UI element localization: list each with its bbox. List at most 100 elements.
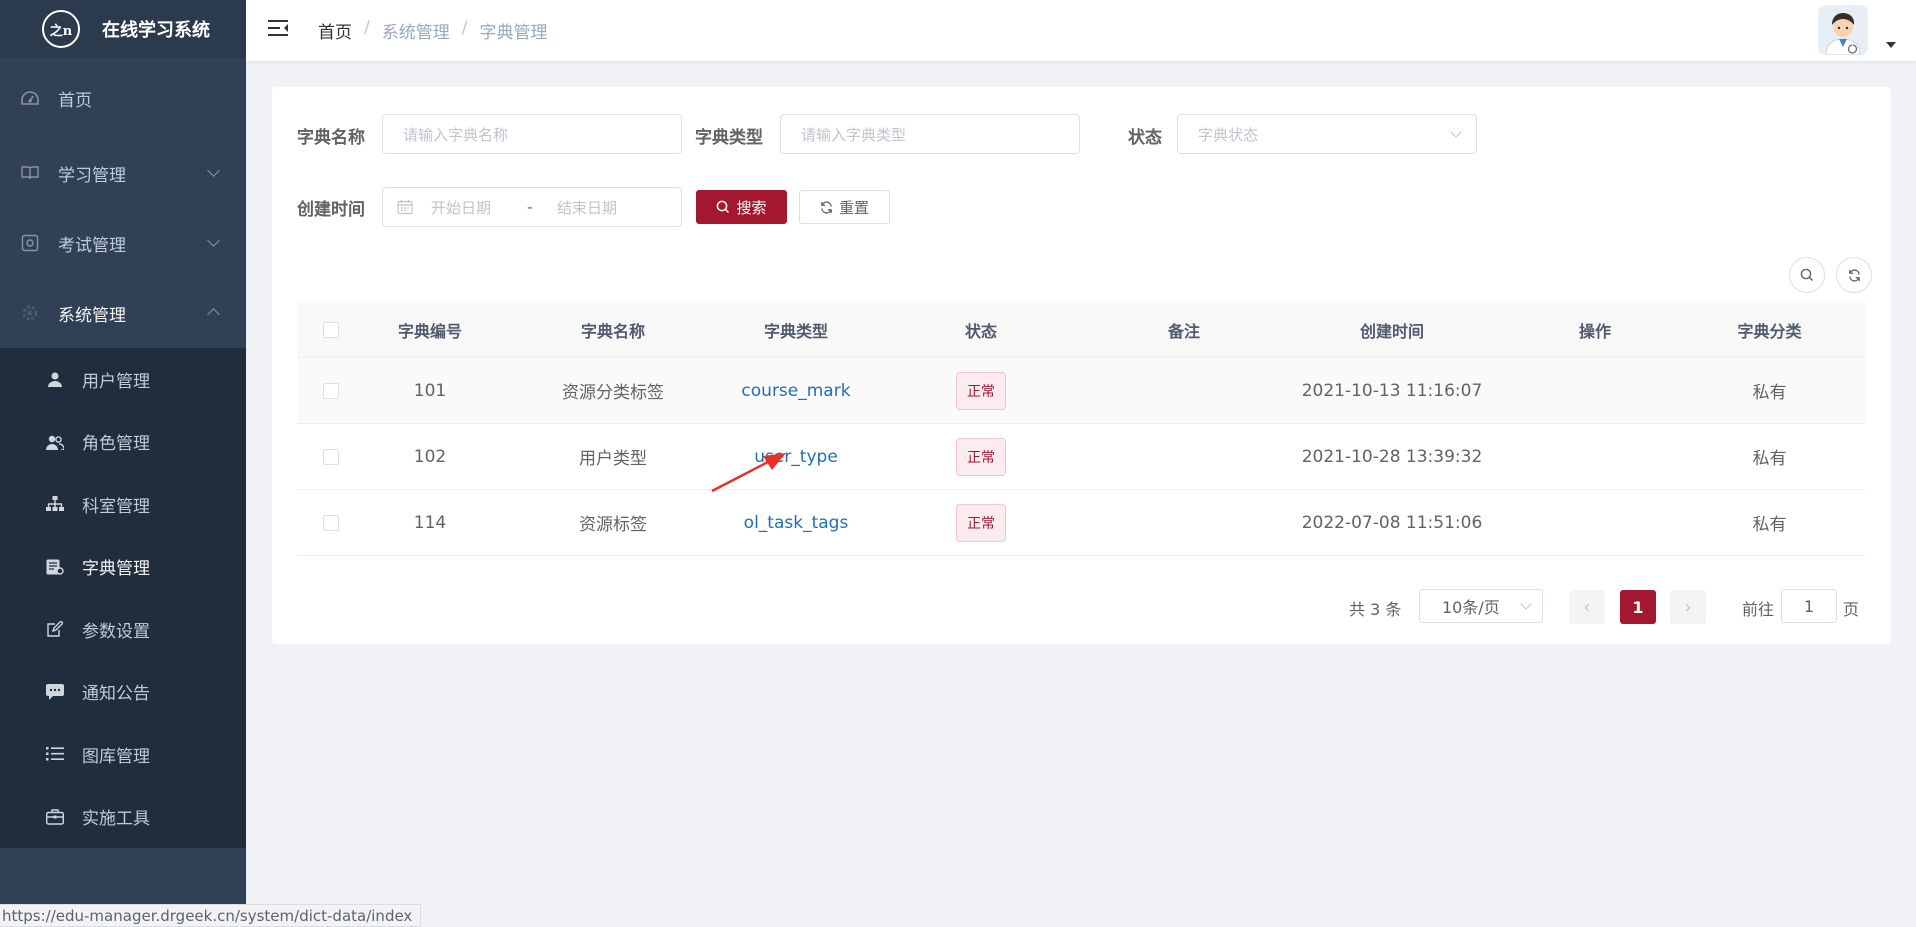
- chevron-right-icon: ›: [1684, 596, 1692, 618]
- sidebar-item-dictionary[interactable]: 字典管理: [0, 536, 246, 599]
- sidebar-item-departments[interactable]: 科室管理: [0, 473, 246, 536]
- cell-dict-type-link[interactable]: ol_task_tags: [731, 513, 861, 533]
- status-url-bar: https://edu-manager.drgeek.cn/system/dic…: [0, 904, 422, 927]
- status-placeholder: 字典状态: [1198, 125, 1259, 144]
- toolbox-icon: [46, 808, 64, 826]
- row-checkbox-cell: [297, 448, 365, 465]
- sidebar-item-label: 考试管理: [58, 235, 126, 256]
- dict-name-input[interactable]: 请输入字典名称: [382, 114, 682, 154]
- book-icon: [20, 163, 40, 183]
- row-checkbox-cell: [297, 514, 365, 531]
- search-icon: [716, 200, 730, 214]
- sidebar-item-label: 实施工具: [82, 809, 150, 830]
- row-checkbox[interactable]: [323, 382, 339, 399]
- sidebar-item-label: 系统管理: [58, 305, 126, 326]
- sidebar-item-tools[interactable]: 实施工具: [0, 786, 246, 849]
- sidebar-item-notices[interactable]: 通知公告: [0, 661, 246, 724]
- chevron-up-icon: [207, 308, 220, 321]
- status-select[interactable]: 字典状态: [1177, 114, 1477, 154]
- chevron-down-icon: [1450, 126, 1462, 138]
- refresh-table-button[interactable]: [1836, 257, 1872, 293]
- sidebar-item-label: 图库管理: [82, 746, 150, 767]
- breadcrumb: 首页 / 系统管理 / 字典管理: [318, 18, 547, 43]
- cell-created: 2021-10-13 11:16:07: [1301, 380, 1483, 401]
- dict-table: 字典编号 字典名称 字典类型 状态 备注 创建时间 操作 字典分类 101 资源…: [297, 303, 1866, 556]
- dict-type-label: 字典类型: [695, 128, 763, 148]
- row-checkbox[interactable]: [323, 514, 339, 531]
- sidebar-toggle-icon[interactable]: [267, 19, 288, 39]
- sidebar-item-study[interactable]: 学习管理: [0, 138, 246, 208]
- sidebar-item-system[interactable]: 系统管理: [0, 278, 246, 348]
- search-button[interactable]: 搜索: [696, 190, 787, 224]
- col-header-remark: 备注: [1167, 322, 1200, 341]
- logo-icon: 之n: [42, 10, 80, 48]
- sidebar-item-users[interactable]: 用户管理: [0, 348, 246, 411]
- date-range-picker[interactable]: 开始日期 - 结束日期: [382, 187, 682, 227]
- cell-dict-id: 102: [413, 446, 447, 467]
- sidebar-item-roles[interactable]: 角色管理: [0, 411, 246, 474]
- prev-page-button[interactable]: ‹: [1569, 590, 1605, 624]
- next-page-button[interactable]: ›: [1670, 590, 1706, 624]
- sidebar-item-exam[interactable]: 考试管理: [0, 208, 246, 278]
- sidebar-item-label: 角色管理: [82, 434, 150, 455]
- reset-button[interactable]: 重置: [799, 190, 890, 224]
- chevron-down-icon: [207, 164, 220, 177]
- end-date-placeholder[interactable]: 结束日期: [557, 197, 617, 218]
- reset-button-label: 重置: [838, 198, 869, 217]
- page-suffix: 页: [1843, 600, 1860, 619]
- search-icon: [1800, 268, 1814, 282]
- cell-category: 私有: [1752, 515, 1787, 535]
- user-icon: [46, 370, 64, 388]
- page-size-select[interactable]: 10条/页: [1419, 589, 1543, 623]
- dict-icon: [46, 558, 64, 576]
- breadcrumb-separator: /: [461, 18, 468, 38]
- cell-dict-type-link[interactable]: user_type: [731, 447, 861, 467]
- col-header-created: 创建时间: [1359, 322, 1424, 341]
- sidebar-item-home[interactable]: 首页: [0, 58, 246, 138]
- header-checkbox-cell: [297, 322, 365, 338]
- breadcrumb-home[interactable]: 首页: [318, 18, 352, 43]
- dict-type-input[interactable]: 请输入字典类型: [780, 114, 1080, 154]
- system-submenu: 用户管理 角色管理 科室管理 字典管理 参数设置 通知公告 图库管理 实施工具: [0, 348, 246, 848]
- cell-created: 2021-10-28 13:39:32: [1301, 446, 1483, 467]
- cell-dict-name: 资源标签: [579, 515, 647, 535]
- cell-status: 正常: [861, 503, 1101, 542]
- page-1-button[interactable]: 1: [1620, 590, 1656, 624]
- avatar[interactable]: [1818, 5, 1868, 55]
- breadcrumb-current: 字典管理: [479, 23, 548, 43]
- toggle-search-button[interactable]: [1789, 257, 1825, 293]
- app-title: 在线学习系统: [102, 20, 210, 41]
- status-label: 状态: [1128, 128, 1162, 148]
- table-row[interactable]: 101 资源分类标签 course_mark 正常 2021-10-13 11:…: [297, 358, 1866, 424]
- refresh-icon: [820, 200, 833, 214]
- chevron-left-icon: ‹: [1583, 596, 1591, 618]
- tree-icon: [46, 495, 64, 513]
- select-all-checkbox[interactable]: [323, 322, 339, 338]
- sidebar-item-label: 参数设置: [82, 621, 150, 642]
- caret-down-icon[interactable]: [1886, 42, 1896, 48]
- dict-name-placeholder: 请输入字典名称: [403, 125, 509, 144]
- sidebar-logo[interactable]: 之n 在线学习系统: [0, 0, 246, 58]
- users-icon: [46, 433, 64, 451]
- create-time-label: 创建时间: [297, 200, 365, 220]
- cell-created: 2022-07-08 11:51:06: [1301, 512, 1483, 533]
- status-badge: 正常: [956, 371, 1006, 410]
- table-row[interactable]: 102 用户类型 user_type 正常 2021-10-28 13:39:3…: [297, 424, 1866, 490]
- table-row[interactable]: 114 资源标签 ol_task_tags 正常 2022-07-08 11:5…: [297, 490, 1866, 556]
- sidebar-item-gallery[interactable]: 图库管理: [0, 723, 246, 786]
- row-checkbox[interactable]: [323, 448, 339, 465]
- goto-page-input[interactable]: 1: [1781, 589, 1837, 623]
- sidebar-item-params[interactable]: 参数设置: [0, 598, 246, 661]
- start-date-placeholder[interactable]: 开始日期: [431, 197, 527, 218]
- cell-dict-type-link[interactable]: course_mark: [731, 381, 861, 401]
- cell-status: 正常: [861, 371, 1101, 410]
- calendar-icon: [397, 199, 413, 215]
- pagination-total: 共 3 条: [1349, 600, 1402, 619]
- status-badge: 正常: [956, 437, 1006, 476]
- search-button-label: 搜索: [736, 198, 767, 217]
- date-range-separator: -: [527, 198, 533, 216]
- exam-icon: [20, 233, 40, 253]
- sidebar-item-label: 首页: [58, 90, 92, 111]
- table-header: 字典编号 字典名称 字典类型 状态 备注 创建时间 操作 字典分类: [297, 303, 1866, 358]
- dashboard-icon: [20, 88, 40, 108]
